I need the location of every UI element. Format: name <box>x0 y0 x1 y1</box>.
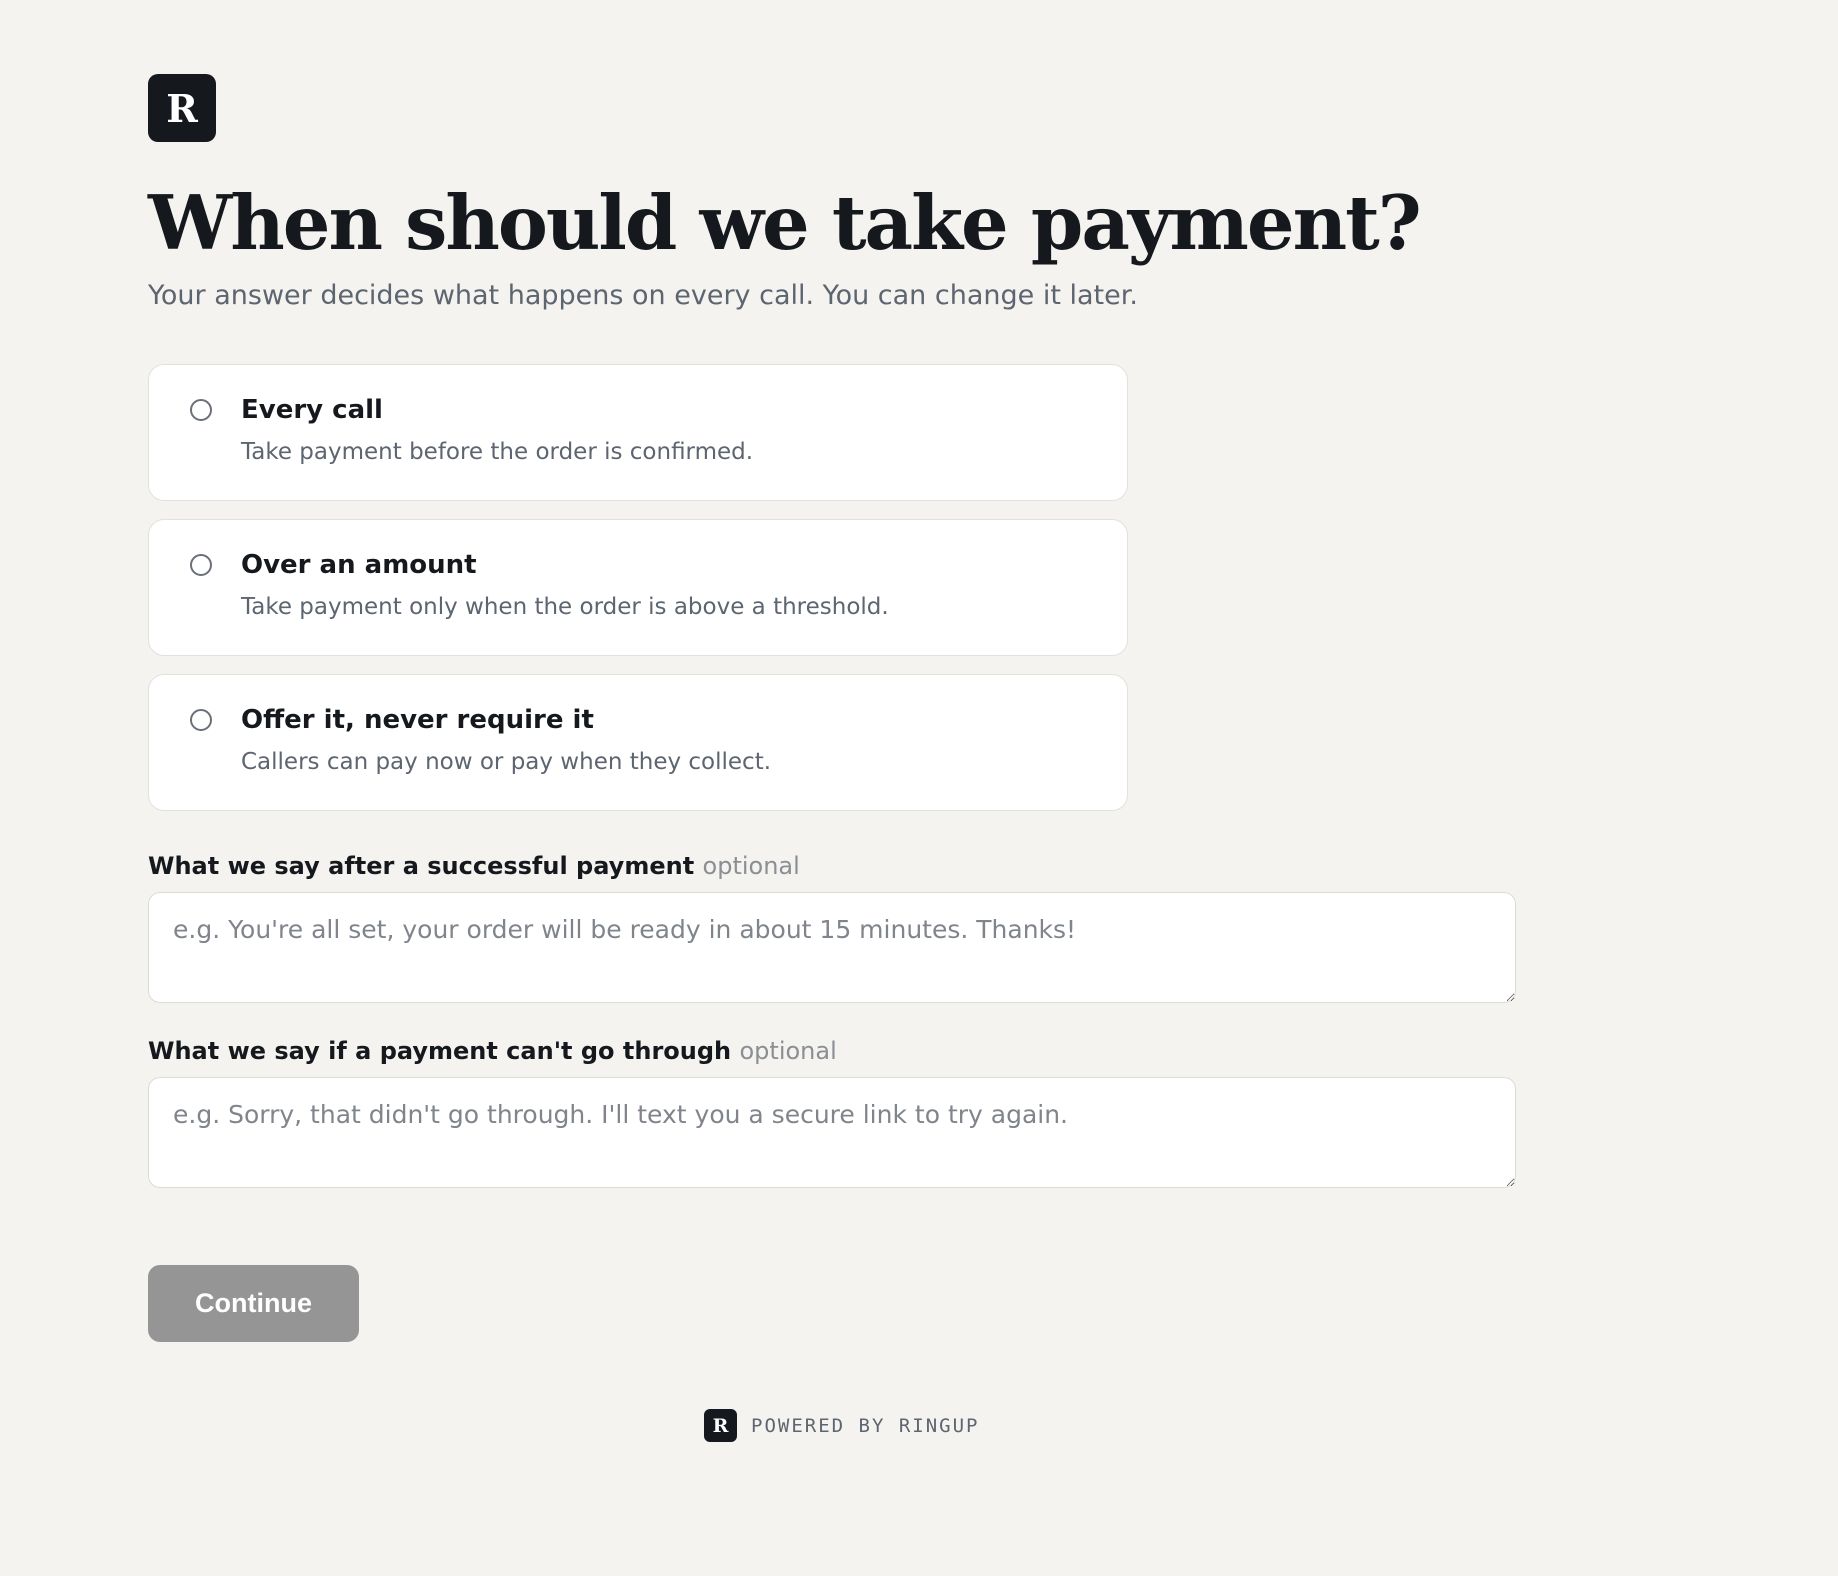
payment-timing-options: Every call Take payment before the order… <box>148 364 1128 811</box>
brand-logo: R <box>148 74 216 142</box>
option-every-call[interactable]: Every call Take payment before the order… <box>148 364 1128 501</box>
footer-logo-letter: R <box>712 1414 729 1437</box>
onboarding-page: R When should we take payment? Your answ… <box>148 74 1518 1342</box>
powered-by-text: POWERED BY RINGUP <box>751 1414 980 1437</box>
success-message-label: What we say after a successful payment o… <box>148 852 1518 880</box>
offer-never-require-radio[interactable] <box>190 709 212 731</box>
option-description: Take payment only when the order is abov… <box>241 594 889 620</box>
page-subtitle: Your answer decides what happens on ever… <box>148 280 1138 311</box>
failure-message-textarea[interactable] <box>148 1077 1516 1188</box>
option-title: Over an amount <box>241 550 477 580</box>
success-message-textarea[interactable] <box>148 892 1516 1003</box>
option-title: Every call <box>241 395 383 425</box>
option-title: Offer it, never require it <box>241 705 594 735</box>
optional-tag: optional <box>702 852 800 880</box>
over-an-amount-radio[interactable] <box>190 554 212 576</box>
failure-message-label: What we say if a payment can't go throug… <box>148 1037 1518 1065</box>
every-call-radio[interactable] <box>190 399 212 421</box>
option-offer-never-require[interactable]: Offer it, never require it Callers can p… <box>148 674 1128 811</box>
option-over-an-amount[interactable]: Over an amount Take payment only when th… <box>148 519 1128 656</box>
brand-logo-letter: R <box>166 85 198 131</box>
footer-logo: R <box>704 1409 737 1442</box>
powered-by-footer: R POWERED BY RINGUP <box>704 1409 979 1442</box>
success-message-label-text: What we say after a successful payment <box>148 852 695 880</box>
page-title: When should we take payment? <box>148 179 1422 267</box>
continue-button[interactable]: Continue <box>148 1265 359 1342</box>
option-description: Take payment before the order is confirm… <box>241 439 754 465</box>
optional-tag: optional <box>739 1037 837 1065</box>
failure-message-label-text: What we say if a payment can't go throug… <box>148 1037 732 1065</box>
option-description: Callers can pay now or pay when they col… <box>241 749 772 775</box>
